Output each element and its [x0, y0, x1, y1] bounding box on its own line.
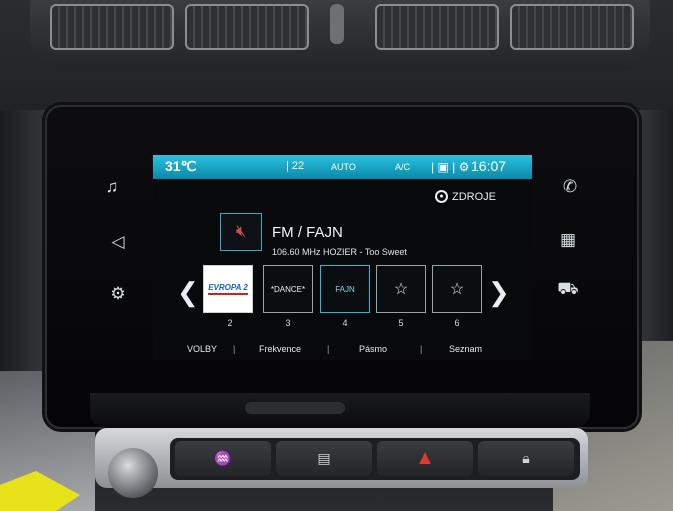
phone-icon[interactable]: ✆ [558, 176, 582, 198]
preset-number: 3 [285, 318, 291, 328]
speaker-muted-icon: 🔇︎ [235, 223, 247, 240]
hazard-button[interactable]: ▲ [377, 441, 473, 476]
car-settings-icon[interactable]: ⚙ [106, 283, 130, 305]
music-note-icon[interactable]: ♫ [100, 176, 124, 198]
bezel-slot [245, 402, 345, 414]
air-vent [50, 4, 174, 50]
chevron-left-icon[interactable]: ❮ [177, 277, 199, 308]
front-defrost-icon: ♒ [214, 450, 232, 466]
separator: | [327, 344, 330, 354]
preset-5[interactable]: ☆ [376, 265, 426, 313]
frekvence-button[interactable]: Frekvence [259, 344, 301, 354]
volby-button[interactable]: VOLBY [187, 344, 217, 354]
climate-mode[interactable]: AUTO [331, 162, 356, 172]
preset-label: *DANCE* [270, 284, 306, 294]
status-bar: 31℃ | 22 AUTO A/C | ▣ | ⚙ 16:07 [153, 155, 532, 179]
preset-number: 6 [454, 318, 460, 328]
station-info: 106.60 MHz HOZIER - Too Sweet [272, 247, 407, 257]
clock: 16:07 [471, 158, 507, 174]
air-vent [375, 4, 499, 50]
infotainment-display: 31℃ | 22 AUTO A/C | ▣ | ⚙ 16:07 ● ZDROJE… [153, 155, 532, 360]
dashboard-left [0, 110, 45, 410]
station-title: FM / FAJN [272, 224, 343, 241]
sources-label: ZDROJE [452, 190, 496, 203]
vent-knob [330, 4, 344, 44]
chevron-right-icon[interactable]: ❯ [488, 277, 510, 308]
separator: | [420, 344, 423, 354]
status-icons: | ▣ | ⚙ [431, 160, 470, 174]
lock-icon: 🔒︎ [522, 450, 530, 466]
fan-level[interactable]: | 22 [286, 160, 304, 172]
temperature-readout[interactable]: 31℃ [165, 158, 196, 175]
preset-number: 5 [398, 318, 404, 328]
apps-grid-icon[interactable]: ▦ [556, 229, 580, 251]
sources-button[interactable]: ● ZDROJE [435, 190, 496, 203]
preset-label: FAJN [335, 284, 355, 294]
navigation-icon[interactable]: ◁ [106, 231, 130, 253]
preset-3[interactable]: *DANCE* [263, 265, 313, 313]
bottom-menu: VOLBY | Frekvence | Pásmo | Seznam [153, 338, 532, 360]
favorite-add-icon: ☆ [449, 281, 465, 298]
air-vent [185, 4, 309, 50]
preset-2[interactable]: EVROPA 2 [203, 265, 253, 313]
rear-defrost-button[interactable]: ▤ [276, 441, 372, 476]
station-logo: EVROPA 2 [208, 283, 248, 295]
lock-button[interactable]: 🔒︎ [478, 441, 574, 476]
preset-number: 4 [342, 318, 348, 328]
ac-status[interactable]: A/C [395, 162, 410, 172]
preset-4[interactable]: FAJN [320, 265, 370, 313]
volume-knob[interactable] [108, 448, 158, 498]
rear-defrost-icon: ▤ [317, 450, 331, 466]
front-defrost-button[interactable]: ♒ [175, 441, 271, 476]
separator: | [233, 344, 236, 354]
air-vents [30, 0, 650, 70]
favorite-add-icon: ☆ [393, 281, 409, 298]
air-vent [510, 4, 634, 50]
pasmo-button[interactable]: Pásmo [359, 344, 387, 354]
car-icon[interactable]: ⛟ [556, 279, 580, 301]
preset-number: 2 [227, 318, 233, 328]
preset-6[interactable]: ☆ [432, 265, 482, 313]
radio-waves-icon: ● [435, 190, 448, 203]
seznam-button[interactable]: Seznam [449, 344, 482, 354]
mute-button[interactable]: 🔇︎ [220, 213, 262, 251]
hazard-icon: ▲ [415, 447, 435, 469]
